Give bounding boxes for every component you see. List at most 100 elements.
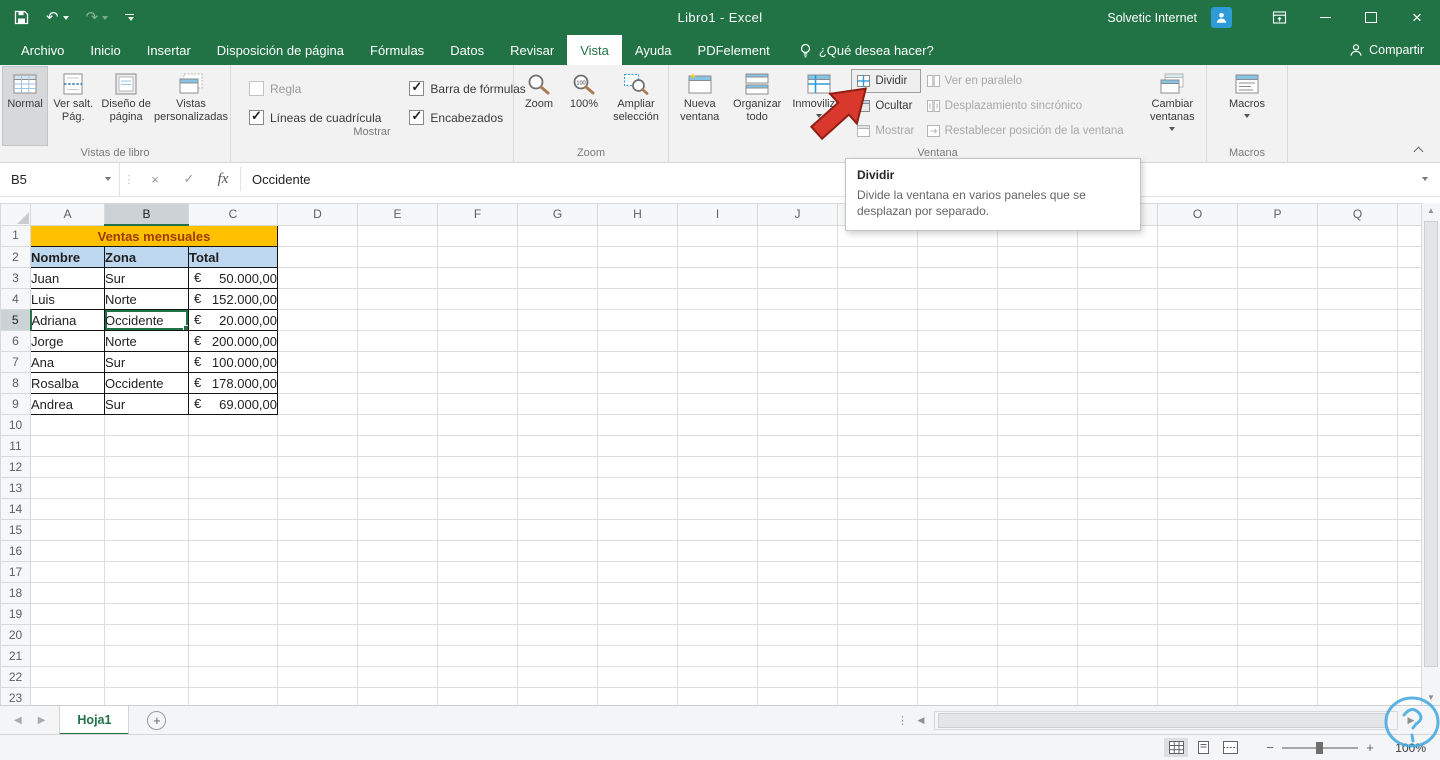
cell-C13[interactable] — [188, 477, 278, 499]
cell-P11[interactable] — [1237, 435, 1318, 457]
col-header-clipped[interactable] — [1397, 203, 1423, 226]
cell-O4[interactable] — [1157, 288, 1238, 310]
cell-C5[interactable]: €20.000,00 — [188, 309, 278, 331]
formula-input[interactable]: Occidente — [241, 162, 1410, 196]
scrollbar-resize-dots-icon[interactable]: ⋮ — [897, 714, 908, 727]
cell-O6[interactable] — [1157, 330, 1238, 352]
row-header-18[interactable]: 18 — [0, 582, 31, 604]
cell-Q15[interactable] — [1317, 519, 1398, 541]
cell-M21[interactable] — [997, 645, 1078, 667]
cell-O9[interactable] — [1157, 393, 1238, 415]
cell-clipped-13[interactable] — [1397, 477, 1423, 499]
cell-clipped-15[interactable] — [1397, 519, 1423, 541]
cell-A19[interactable] — [30, 603, 105, 625]
cell-I17[interactable] — [677, 561, 758, 583]
cell-H3[interactable] — [597, 267, 678, 289]
cell-G3[interactable] — [517, 267, 598, 289]
cell-Q2[interactable] — [1317, 246, 1398, 268]
cell-I22[interactable] — [677, 666, 758, 688]
col-header-J[interactable]: J — [757, 203, 838, 226]
cell-K7[interactable] — [837, 351, 918, 373]
cell-C18[interactable] — [188, 582, 278, 604]
insert-function-button[interactable]: fx — [206, 162, 240, 196]
cell-B18[interactable] — [104, 582, 189, 604]
cell-M19[interactable] — [997, 603, 1078, 625]
cell-P15[interactable] — [1237, 519, 1318, 541]
zoom-slider[interactable] — [1282, 741, 1358, 754]
cell-E13[interactable] — [357, 477, 438, 499]
cell-O5[interactable] — [1157, 309, 1238, 331]
cell-B2[interactable]: Zona — [104, 246, 189, 268]
cell-D2[interactable] — [277, 246, 358, 268]
cell-D10[interactable] — [277, 414, 358, 436]
zoom-in-button[interactable]: + — [1362, 740, 1378, 755]
cell-I21[interactable] — [677, 645, 758, 667]
cell-H15[interactable] — [597, 519, 678, 541]
cell-K8[interactable] — [837, 372, 918, 394]
cell-G17[interactable] — [517, 561, 598, 583]
cell-K11[interactable] — [837, 435, 918, 457]
cell-A15[interactable] — [30, 519, 105, 541]
checkbox-lineas-de-cuadricula[interactable]: Líneas de cuadrícula — [249, 108, 381, 125]
cell-clipped-19[interactable] — [1397, 603, 1423, 625]
cell-F3[interactable] — [437, 267, 518, 289]
cell-O16[interactable] — [1157, 540, 1238, 562]
cell-B11[interactable] — [104, 435, 189, 457]
col-header-G[interactable]: G — [517, 203, 598, 226]
formula-bar-drag-dots-icon[interactable]: ⋮ — [120, 162, 138, 196]
col-header-E[interactable]: E — [357, 203, 438, 226]
cell-L21[interactable] — [917, 645, 998, 667]
cell-B4[interactable]: Norte — [104, 288, 189, 310]
cell-A3[interactable]: Juan — [30, 267, 105, 289]
col-header-A[interactable]: A — [30, 203, 105, 226]
cell-P8[interactable] — [1237, 372, 1318, 394]
cell-M20[interactable] — [997, 624, 1078, 646]
custom-views-button[interactable]: Vistas personalizadas — [154, 66, 228, 146]
cell-C22[interactable] — [188, 666, 278, 688]
row-header-3[interactable]: 3 — [0, 267, 31, 289]
cell-L14[interactable] — [917, 498, 998, 520]
cell-O1[interactable] — [1157, 225, 1238, 247]
cell-H19[interactable] — [597, 603, 678, 625]
ribbon-tab-archivo[interactable]: Archivo — [8, 35, 77, 65]
cell-B10[interactable] — [104, 414, 189, 436]
cell-P12[interactable] — [1237, 456, 1318, 478]
row-header-7[interactable]: 7 — [0, 351, 31, 373]
cell-D8[interactable] — [277, 372, 358, 394]
cell-P18[interactable] — [1237, 582, 1318, 604]
cell-L17[interactable] — [917, 561, 998, 583]
page-break-preview-shortcut[interactable] — [1218, 738, 1242, 757]
cell-F11[interactable] — [437, 435, 518, 457]
cell-A16[interactable] — [30, 540, 105, 562]
cell-F17[interactable] — [437, 561, 518, 583]
cell-D11[interactable] — [277, 435, 358, 457]
cell-I13[interactable] — [677, 477, 758, 499]
col-header-D[interactable]: D — [277, 203, 358, 226]
cell-D22[interactable] — [277, 666, 358, 688]
cell-E10[interactable] — [357, 414, 438, 436]
cell-C3[interactable]: €50.000,00 — [188, 267, 278, 289]
maximize-button[interactable] — [1348, 0, 1394, 35]
cell-clipped-11[interactable] — [1397, 435, 1423, 457]
cell-I3[interactable] — [677, 267, 758, 289]
cell-E4[interactable] — [357, 288, 438, 310]
undo-caret-icon[interactable] — [62, 15, 69, 20]
cell-E18[interactable] — [357, 582, 438, 604]
cell-G12[interactable] — [517, 456, 598, 478]
cell-B5[interactable]: Occidente — [104, 309, 189, 331]
cell-banner-A1[interactable]: Ventas mensuales — [30, 224, 278, 247]
lineas-cuadricula-checkbox-icon[interactable] — [249, 108, 264, 125]
row-header-1[interactable]: 1 — [0, 224, 31, 247]
row-header-6[interactable]: 6 — [0, 330, 31, 352]
new-window-button[interactable]: Nueva ventana — [671, 66, 728, 146]
cell-clipped-17[interactable] — [1397, 561, 1423, 583]
cell-D7[interactable] — [277, 351, 358, 373]
cell-M16[interactable] — [997, 540, 1078, 562]
cell-C8[interactable]: €178.000,00 — [188, 372, 278, 394]
col-header-I[interactable]: I — [677, 203, 758, 226]
cell-L20[interactable] — [917, 624, 998, 646]
cell-J18[interactable] — [757, 582, 838, 604]
cell-M2[interactable] — [997, 246, 1078, 268]
cell-P9[interactable] — [1237, 393, 1318, 415]
cell-O21[interactable] — [1157, 645, 1238, 667]
